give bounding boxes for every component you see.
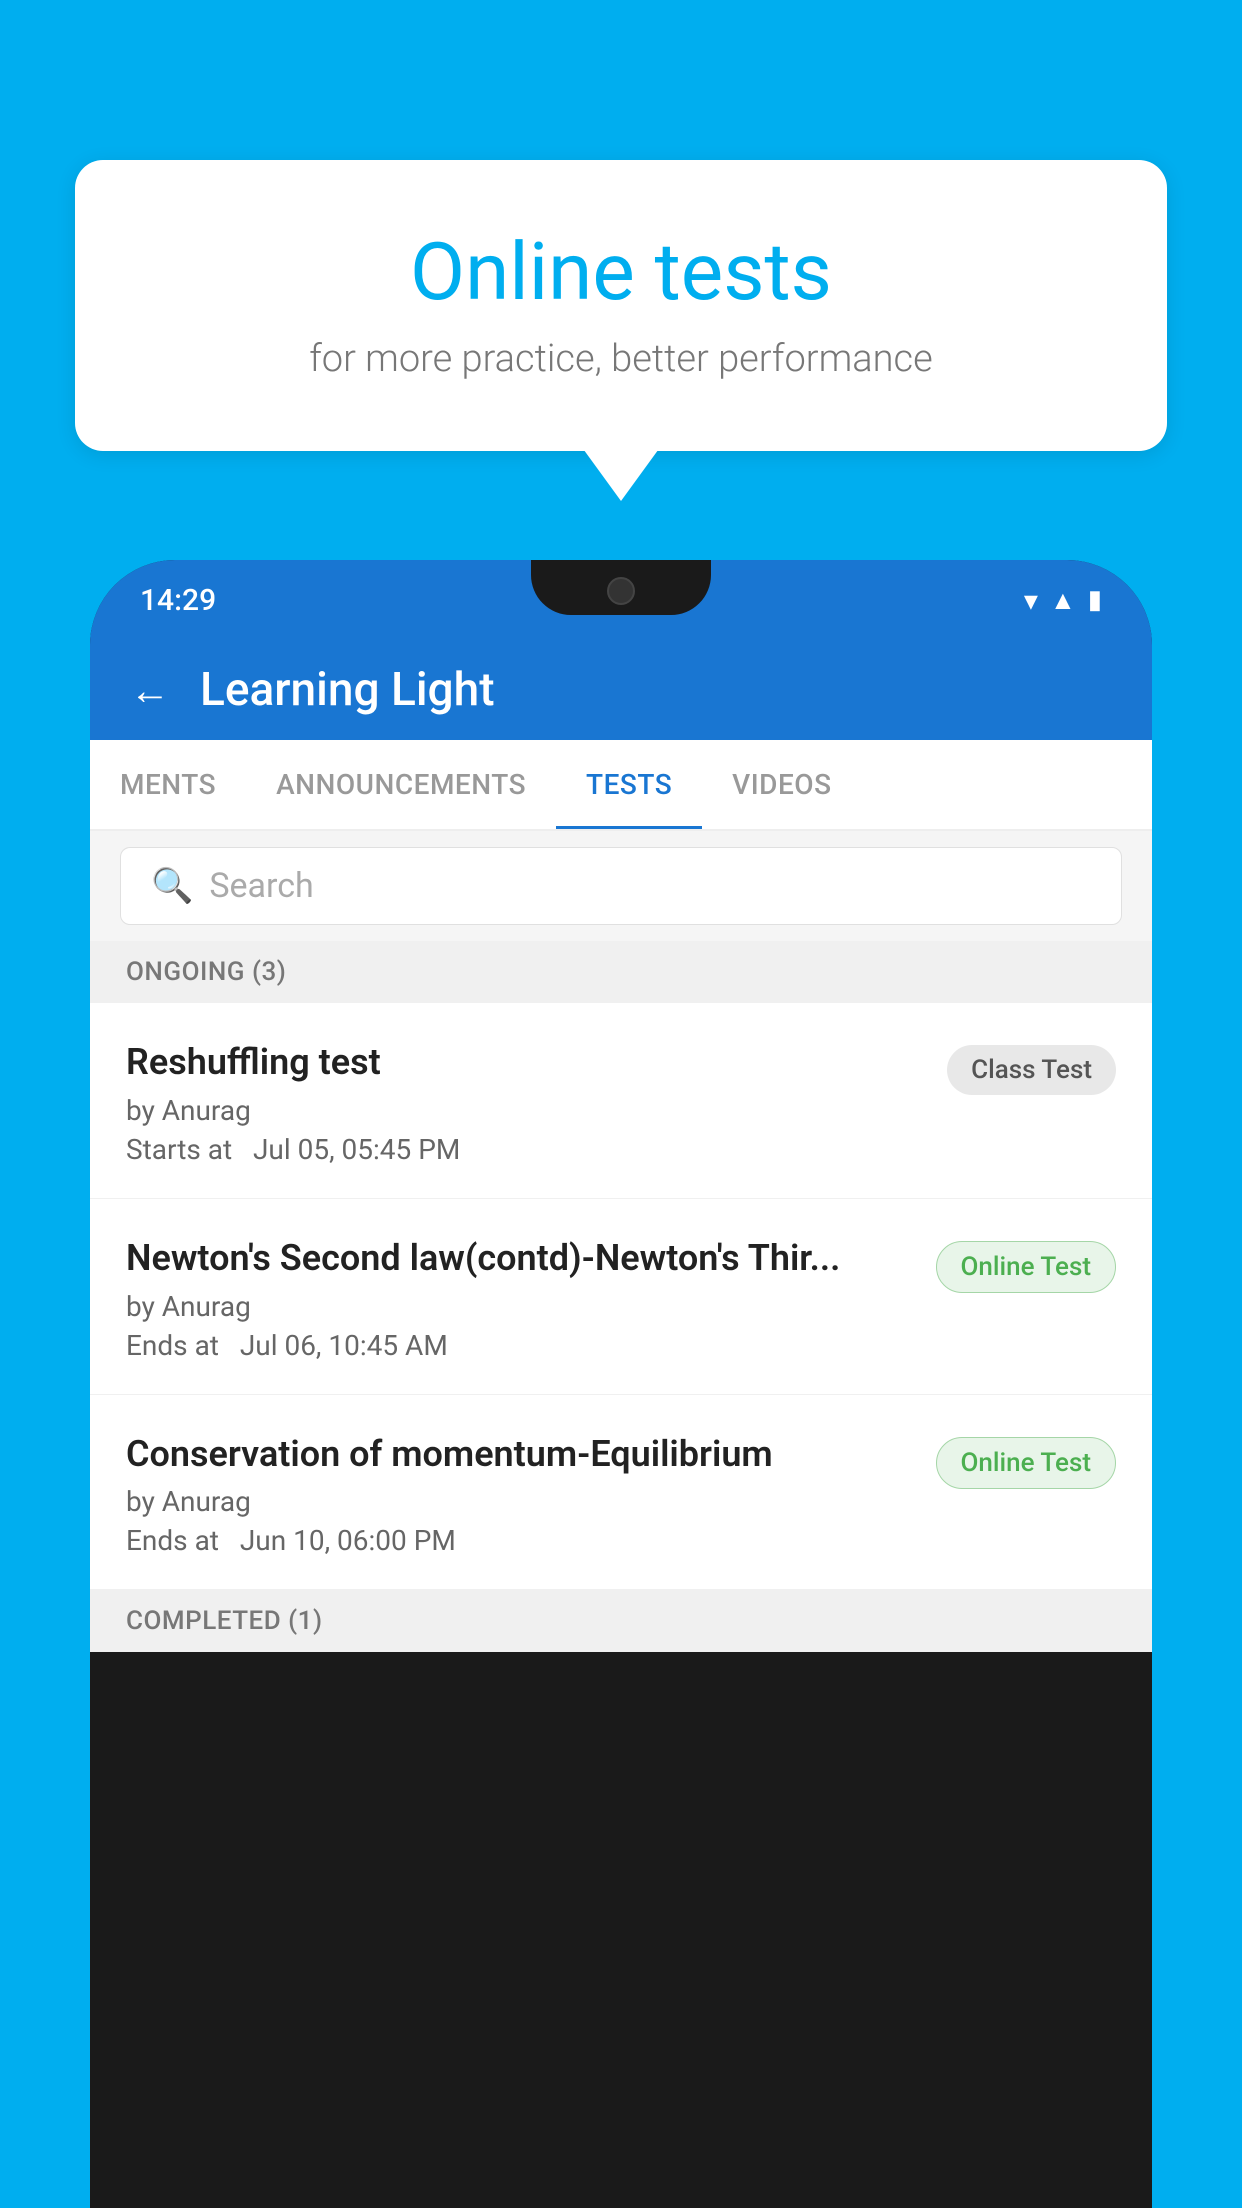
- tab-announcements[interactable]: ANNOUNCEMENTS: [246, 740, 556, 829]
- tab-ments[interactable]: MENTS: [90, 740, 246, 829]
- app-header: ← Learning Light: [90, 640, 1152, 740]
- time-value-3: Jun 10, 06:00 PM: [240, 1524, 456, 1557]
- time-label-1: Starts at: [126, 1133, 232, 1166]
- badge-class-test: Class Test: [947, 1045, 1116, 1095]
- time-value-2: Jul 06, 10:45 AM: [240, 1329, 448, 1362]
- status-icons: ▾ ▲ ▮: [1024, 584, 1102, 617]
- test-info-3: Conservation of momentum-Equilibrium by …: [126, 1431, 936, 1558]
- search-container: 🔍 Search: [90, 831, 1152, 941]
- test-author-3: by Anurag: [126, 1485, 916, 1518]
- speech-bubble: Online tests for more practice, better p…: [75, 160, 1167, 451]
- search-placeholder: Search: [209, 866, 313, 906]
- test-author-1: by Anurag: [126, 1094, 927, 1127]
- test-time-1: Starts at Jul 05, 05:45 PM: [126, 1133, 927, 1166]
- badge-online-test-2: Online Test: [936, 1437, 1117, 1489]
- test-item-newton[interactable]: Newton's Second law(contd)-Newton's Thir…: [90, 1199, 1152, 1395]
- test-item-reshuffling[interactable]: Reshuffling test by Anurag Starts at Jul…: [90, 1003, 1152, 1199]
- test-author-2: by Anurag: [126, 1290, 916, 1323]
- test-time-2: Ends at Jul 06, 10:45 AM: [126, 1329, 916, 1362]
- app-title: Learning Light: [200, 663, 495, 717]
- tabs-bar: MENTS ANNOUNCEMENTS TESTS VIDEOS: [90, 740, 1152, 831]
- completed-section-header: COMPLETED (1): [90, 1590, 1152, 1652]
- test-info-1: Reshuffling test by Anurag Starts at Jul…: [126, 1039, 947, 1166]
- tab-videos[interactable]: VIDEOS: [702, 740, 861, 829]
- badge-online-test-1: Online Test: [936, 1241, 1117, 1293]
- test-name-1: Reshuffling test: [126, 1039, 927, 1086]
- wifi-icon: ▾: [1024, 584, 1038, 617]
- back-button[interactable]: ←: [130, 667, 170, 714]
- phone-container: 14:29 ▾ ▲ ▮ ← Learning Light MENTS ANNOU…: [90, 560, 1152, 2208]
- time-label-3: Ends at: [126, 1524, 219, 1557]
- test-name-3: Conservation of momentum-Equilibrium: [126, 1431, 916, 1478]
- test-name-2: Newton's Second law(contd)-Newton's Thir…: [126, 1235, 916, 1282]
- search-icon: 🔍: [151, 866, 193, 906]
- time-label-2: Ends at: [126, 1329, 219, 1362]
- status-bar: 14:29 ▾ ▲ ▮: [90, 560, 1152, 640]
- battery-icon: ▮: [1088, 585, 1102, 615]
- signal-icon: ▲: [1050, 585, 1076, 616]
- test-item-conservation[interactable]: Conservation of momentum-Equilibrium by …: [90, 1395, 1152, 1591]
- time-value-1: Jul 05, 05:45 PM: [253, 1133, 460, 1166]
- notch: [531, 560, 711, 615]
- bubble-title: Online tests: [155, 225, 1087, 319]
- ongoing-section-header: ONGOING (3): [90, 941, 1152, 1003]
- bubble-subtitle: for more practice, better performance: [155, 337, 1087, 381]
- test-info-2: Newton's Second law(contd)-Newton's Thir…: [126, 1235, 936, 1362]
- search-bar[interactable]: 🔍 Search: [120, 847, 1122, 925]
- status-time: 14:29: [140, 583, 216, 618]
- test-time-3: Ends at Jun 10, 06:00 PM: [126, 1524, 916, 1557]
- speech-bubble-container: Online tests for more practice, better p…: [75, 160, 1167, 451]
- tab-tests[interactable]: TESTS: [556, 740, 702, 829]
- phone-frame: 14:29 ▾ ▲ ▮ ← Learning Light MENTS ANNOU…: [90, 560, 1152, 2208]
- camera: [607, 577, 635, 605]
